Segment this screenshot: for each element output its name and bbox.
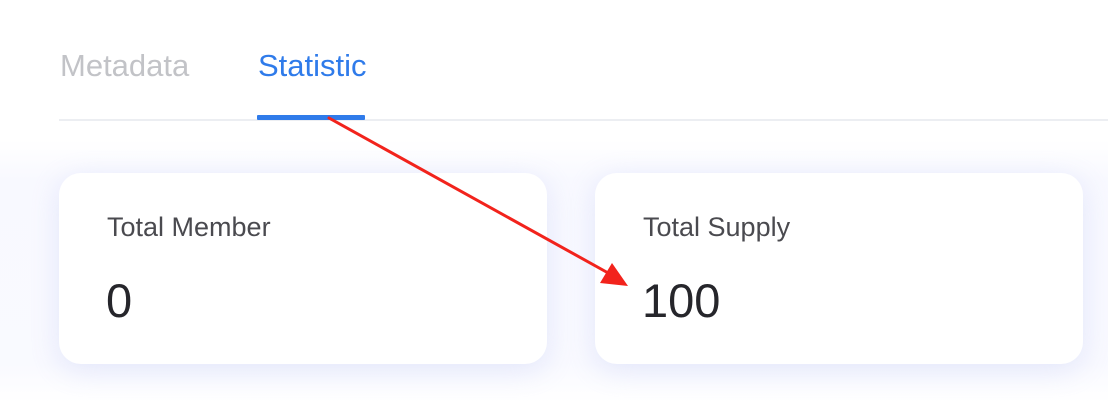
stat-card-total-member: Total Member 0 — [59, 173, 547, 364]
tab-metadata[interactable]: Metadata — [60, 46, 189, 86]
stat-value-total-supply: 100 — [642, 274, 721, 327]
stat-card-total-supply: Total Supply 100 — [595, 173, 1083, 364]
statistics-page: Metadata Statistic Total Member 0 Total … — [0, 0, 1108, 403]
stat-label-total-member: Total Member — [107, 212, 271, 242]
stat-label-total-supply: Total Supply — [643, 212, 791, 242]
stat-value-total-member: 0 — [106, 274, 133, 327]
active-tab-indicator — [257, 115, 365, 120]
tab-statistic[interactable]: Statistic — [258, 46, 367, 86]
tab-bar: Metadata Statistic — [59, 0, 1108, 121]
